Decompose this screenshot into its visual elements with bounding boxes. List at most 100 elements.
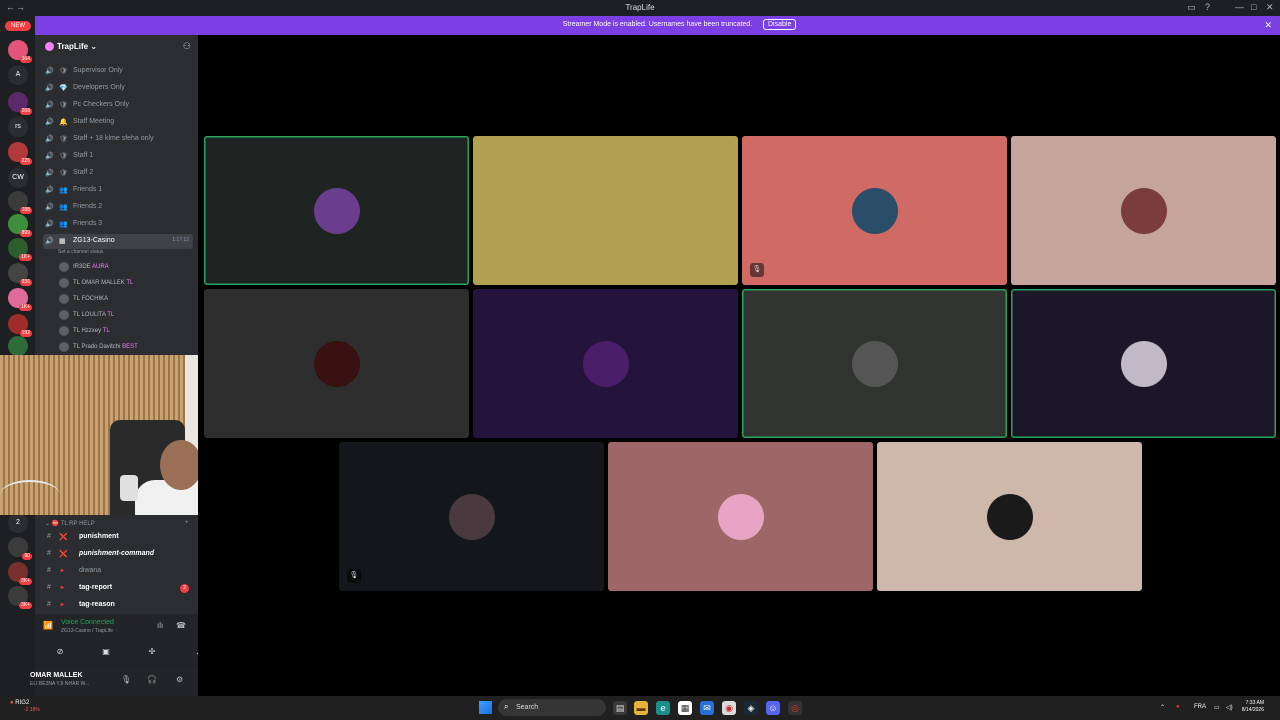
- discord-icon[interactable]: ☺: [766, 701, 780, 715]
- file-explorer-icon[interactable]: ▬: [634, 701, 648, 715]
- participant-tile[interactable]: [742, 289, 1007, 438]
- server-icon[interactable]: [8, 336, 28, 356]
- server-icon[interactable]: 226: [8, 142, 32, 165]
- language-indicator[interactable]: FRA: [1194, 704, 1206, 710]
- store-icon[interactable]: ▦: [678, 701, 692, 715]
- voice-channel[interactable]: 🔊 👥 Friends 1: [43, 183, 193, 198]
- camera-off-icon[interactable]: ⊘: [45, 644, 75, 660]
- channel-emoji-icon: ✦: [59, 602, 65, 609]
- close-banner-icon[interactable]: ✕: [1264, 20, 1272, 31]
- user-panel: OMAR MALLEK ELI BE3NA YJI NHAR W... 🎙 🎧 …: [30, 666, 198, 696]
- add-channel-icon[interactable]: +: [185, 520, 189, 526]
- member-name: TL FOCHIKA: [73, 296, 109, 302]
- voice-member[interactable]: TL Hzzxey TL: [55, 324, 195, 338]
- text-channel[interactable]: # ❌ punishment-command: [43, 547, 193, 562]
- signal-icon[interactable]: 📶: [43, 621, 53, 630]
- server-icon[interactable]: 3K+: [8, 586, 32, 609]
- server-icon[interactable]: 1K+: [8, 238, 32, 261]
- disable-streamer-mode-button[interactable]: Disable: [763, 19, 797, 30]
- disconnect-icon[interactable]: ☎: [176, 621, 186, 630]
- close-window-icon[interactable]: ✕: [1266, 2, 1274, 13]
- server-icon[interactable]: 268: [8, 92, 32, 115]
- member-tag: TL: [126, 280, 134, 286]
- server-icon[interactable]: 188: [8, 191, 32, 214]
- server-label: 2: [16, 519, 20, 526]
- task-view-icon[interactable]: ▤: [613, 701, 627, 715]
- screen-share-icon[interactable]: ▣: [91, 644, 121, 660]
- voice-channel[interactable]: 🔊 🛡 Supervisor Only: [43, 64, 193, 79]
- guild-header[interactable]: TrapLife ⌄ ⚇: [35, 35, 198, 59]
- edge-icon[interactable]: e: [656, 701, 670, 715]
- mute-mic-icon[interactable]: 🎙: [121, 675, 131, 684]
- chrome-icon[interactable]: ◉: [722, 701, 736, 715]
- minimize-icon[interactable]: —: [1235, 2, 1244, 12]
- channel-status-placeholder[interactable]: Set a channel status: [58, 249, 103, 255]
- text-channel[interactable]: # ✦ tag-reason: [43, 598, 193, 613]
- voice-channel-active[interactable]: 🔊 ▦ ZG13-Casino 1:17:12: [43, 234, 193, 249]
- text-channel[interactable]: # ✦ diwana: [43, 564, 193, 579]
- voice-channel[interactable]: 🔊 🔔 Staff Meeting: [43, 115, 193, 130]
- participant-tile[interactable]: [608, 442, 873, 591]
- server-icon[interactable]: 90: [8, 537, 32, 560]
- voice-member[interactable]: TL OMAR MALLEK TL: [55, 276, 195, 290]
- voice-channel[interactable]: 🔊 👥 Friends 3: [43, 217, 193, 232]
- participant-tile[interactable]: [204, 136, 469, 285]
- taskbar-search[interactable]: ⌕ Search: [498, 699, 606, 716]
- muted-mic-icon: 🎙: [750, 263, 764, 277]
- participant-tile[interactable]: [1011, 136, 1276, 285]
- voice-member[interactable]: TL Prado Davitchi BEST: [55, 340, 195, 354]
- tray-chevron-icon[interactable]: ⌃: [1160, 704, 1165, 711]
- volume-icon[interactable]: ◁): [1226, 704, 1233, 711]
- stock-widget[interactable]: ● RIG2 -2.18%: [10, 700, 40, 713]
- mail-icon[interactable]: ✉: [700, 701, 714, 715]
- inbox-icon[interactable]: ▭: [1187, 2, 1196, 13]
- server-icon[interactable]: 2: [8, 513, 28, 533]
- clock[interactable]: 7:33 AM 8/14/2026: [1236, 700, 1264, 714]
- voice-member[interactable]: TL LOULITA TL: [55, 308, 195, 322]
- server-icon[interactable]: A: [8, 65, 28, 85]
- voice-member[interactable]: TL FOCHIKA: [55, 292, 195, 306]
- voice-channel[interactable]: 🔊 🛡 Pc Checkers Only: [43, 98, 193, 113]
- steam-icon[interactable]: ◈: [744, 701, 758, 715]
- user-name[interactable]: OMAR MALLEK: [30, 672, 130, 679]
- text-channel-label: tag-reason: [79, 601, 115, 608]
- server-icon[interactable]: 936: [8, 263, 32, 286]
- voice-channel[interactable]: 🔊 🛡 Staff 2: [43, 166, 193, 181]
- voice-member[interactable]: IR3DE AURA: [55, 260, 195, 274]
- participant-tile[interactable]: [473, 136, 738, 285]
- network-icon[interactable]: ▭: [1214, 704, 1220, 711]
- voice-channel[interactable]: 🔊 🛡 Staff + 18 klme sfeha only: [43, 132, 193, 147]
- hash-icon: #: [47, 533, 51, 540]
- participant-tile[interactable]: 🎙: [339, 442, 604, 591]
- participant-tile[interactable]: [1011, 289, 1276, 438]
- server-icon[interactable]: 364: [8, 40, 32, 63]
- participant-tile[interactable]: [204, 289, 469, 438]
- tray-mic-icon[interactable]: ●: [1176, 704, 1180, 710]
- text-channel[interactable]: # ❌ punishment: [43, 530, 193, 545]
- maximize-icon[interactable]: □: [1251, 2, 1256, 12]
- participant-tile[interactable]: [473, 289, 738, 438]
- deafen-icon[interactable]: 🎧: [147, 675, 157, 684]
- server-icon[interactable]: 1K+: [8, 288, 32, 311]
- help-icon[interactable]: ?: [1205, 2, 1210, 12]
- activities-icon[interactable]: ✣: [137, 644, 167, 660]
- noise-suppression-icon[interactable]: ılı: [157, 621, 163, 630]
- server-icon[interactable]: CW: [8, 168, 28, 188]
- participant-tile[interactable]: [877, 442, 1142, 591]
- invite-icon[interactable]: ⚇: [183, 41, 191, 52]
- voice-channel[interactable]: 🔊 👥 Friends 2: [43, 200, 193, 215]
- voice-channel[interactable]: 🔊 🛡 Staff 1: [43, 149, 193, 164]
- text-channel[interactable]: # ✦ tag-report 2: [43, 581, 193, 596]
- server-icon[interactable]: 3K+: [8, 562, 32, 585]
- participant-tile[interactable]: 🎙: [742, 136, 1007, 285]
- voice-channel[interactable]: 🔊 💎 Developers Only: [43, 81, 193, 96]
- settings-gear-icon[interactable]: ⚙: [176, 675, 183, 684]
- voice-status[interactable]: Voice Connected: [61, 619, 114, 626]
- server-icon[interactable]: 192: [8, 314, 32, 337]
- server-icon[interactable]: 899: [8, 214, 32, 237]
- windows-start-icon[interactable]: [479, 701, 492, 714]
- category-tl-rp-help[interactable]: ⌄ ⛔ TL RP HELP +: [45, 520, 189, 527]
- server-icon[interactable]: rs: [8, 117, 28, 137]
- obs-icon[interactable]: ◎: [788, 701, 802, 715]
- participant-avatar: [582, 340, 629, 387]
